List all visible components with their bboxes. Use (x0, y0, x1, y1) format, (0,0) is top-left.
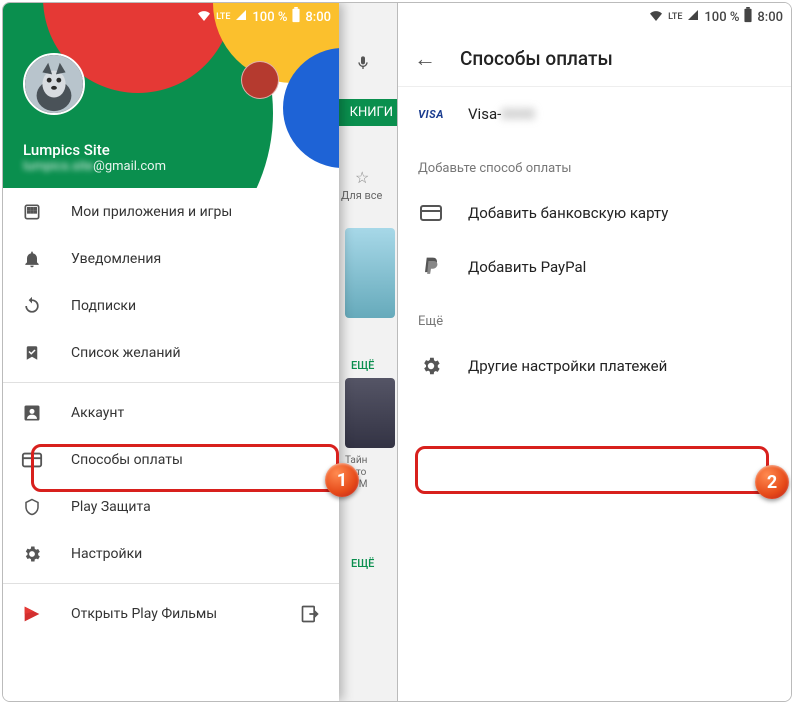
menu-label: Play Защита (71, 499, 151, 515)
lte-label: LTE (216, 12, 230, 22)
step-badge-1: 1 (325, 463, 359, 497)
menu-account[interactable]: Аккаунт (3, 389, 339, 436)
status-bar: LTE 100 % 8:00 (398, 3, 791, 31)
menu-label: Уведомления (71, 251, 161, 267)
item-label: Добавить PayPal (468, 258, 586, 276)
play-store-background: КНИГИ ☆ Для все ЕЩЁ Тайн исто 13 М ЕЩЁ (337, 3, 397, 701)
paypal-icon (418, 255, 444, 279)
item-label: Добавить банковскую карту (468, 204, 668, 222)
menu-wishlist[interactable]: Список желаний (3, 329, 339, 376)
clock-text: 8:00 (305, 10, 331, 25)
refresh-icon (21, 295, 43, 317)
menu-label: Подписки (71, 298, 136, 314)
phone-left: КНИГИ ☆ Для все ЕЩЁ Тайн исто 13 М ЕЩЁ L… (3, 3, 397, 701)
user-avatar[interactable] (23, 53, 85, 115)
user-email: lumpics.site@gmail.com (23, 159, 166, 174)
add-bank-card[interactable]: Добавить банковскую карту (398, 186, 791, 240)
signal-icon (234, 9, 248, 25)
bookmark-icon (21, 342, 43, 364)
item-label: Другие настройки платежей (468, 357, 667, 375)
menu-label: Аккаунт (71, 405, 124, 421)
app-tile[interactable] (345, 378, 395, 448)
mic-icon[interactable] (355, 53, 371, 77)
menu-label: Способы оплаты (71, 452, 183, 468)
highlight-box-2 (415, 446, 769, 494)
menu-label: Мои приложения и игры (71, 204, 232, 220)
label-forall: Для все (341, 189, 382, 202)
menu-play-protect[interactable]: Play Защита (3, 483, 339, 530)
wifi-icon (196, 9, 212, 25)
battery-text: 100 % (704, 10, 739, 25)
gear-icon (21, 543, 43, 565)
drawer-menu: Мои приложения и игры Уведомления Подпис… (3, 188, 339, 637)
status-bar: LTE 100 % 8:00 (3, 3, 339, 31)
menu-notifications[interactable]: Уведомления (3, 235, 339, 282)
more-link[interactable]: ЕЩЁ (351, 557, 374, 570)
payment-label: Visa-0000 (468, 105, 535, 123)
step-badge-2: 2 (755, 465, 789, 499)
menu-divider (3, 583, 339, 584)
menu-subscriptions[interactable]: Подписки (3, 282, 339, 329)
battery-icon (743, 7, 753, 27)
account-dropdown-icon[interactable]: ▼ (303, 156, 315, 170)
menu-payment-methods[interactable]: Способы оплаты (3, 436, 339, 483)
wifi-icon (648, 9, 664, 25)
exit-icon (299, 603, 321, 625)
lte-label: LTE (668, 12, 682, 22)
battery-icon (291, 7, 301, 27)
page-title: Способы оплаты (460, 47, 613, 70)
back-arrow-icon[interactable]: ← (414, 46, 436, 72)
user-info[interactable]: Lumpics Site lumpics.site@gmail.com (23, 141, 166, 174)
play-movies-icon (21, 603, 43, 625)
visa-logo: VISA (418, 108, 444, 121)
apps-icon (21, 201, 43, 223)
section-more: Ещё (398, 294, 791, 339)
menu-label: Настройки (71, 546, 142, 562)
app-tile[interactable] (345, 228, 395, 318)
signal-icon (686, 9, 700, 25)
battery-text: 100 % (252, 10, 287, 25)
payment-methods-section: VISA Visa-0000 Добавьте способ оплаты До… (398, 87, 791, 393)
account-icon (21, 402, 43, 424)
user-name: Lumpics Site (23, 141, 166, 159)
add-paypal[interactable]: Добавить PayPal (398, 240, 791, 294)
gear-icon (418, 355, 444, 377)
card-icon (418, 204, 444, 222)
menu-label: Открыть Play Фильмы (71, 606, 217, 622)
clock-text: 8:00 (757, 10, 783, 25)
app-bar: ← Способы оплаты (398, 31, 791, 87)
section-add-payment: Добавьте способ оплаты (398, 141, 791, 186)
other-payment-settings[interactable]: Другие настройки платежей (398, 339, 791, 393)
menu-open-movies[interactable]: Открыть Play Фильмы (3, 590, 339, 637)
secondary-avatar[interactable] (241, 61, 279, 99)
navigation-drawer: LTE 100 % 8:00 Lumpics Site lumpics (3, 3, 339, 701)
menu-label: Список желаний (71, 345, 181, 361)
card-icon (21, 449, 43, 471)
phone-right: LTE 100 % 8:00 ← Способы оплаты VISA Vis… (397, 3, 791, 701)
menu-divider (3, 382, 339, 383)
menu-my-apps[interactable]: Мои приложения и игры (3, 188, 339, 235)
tab-books[interactable]: КНИГИ (337, 99, 397, 126)
shield-icon (21, 496, 43, 518)
menu-settings[interactable]: Настройки (3, 530, 339, 577)
star-icon: ☆ (355, 168, 369, 187)
bell-icon (21, 248, 43, 270)
payment-visa[interactable]: VISA Visa-0000 (398, 87, 791, 141)
more-link[interactable]: ЕЩЁ (351, 359, 374, 372)
